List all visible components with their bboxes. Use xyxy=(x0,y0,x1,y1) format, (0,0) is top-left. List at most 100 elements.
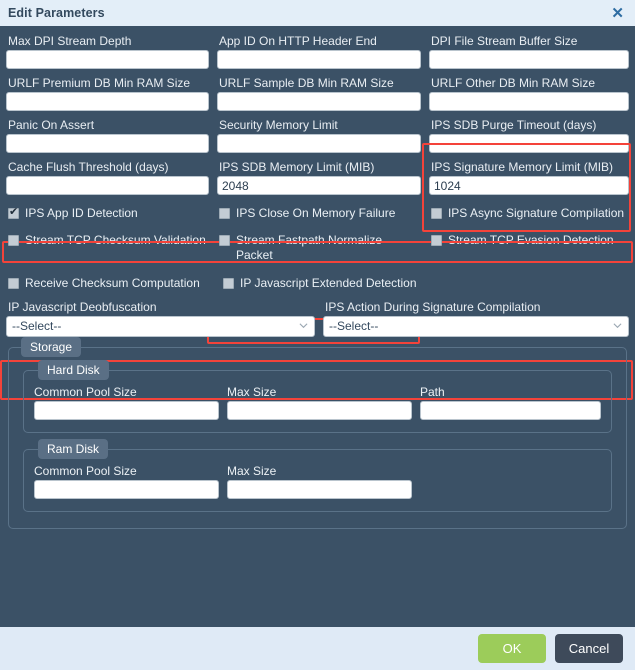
select-label: IPS Action During Signature Compilation xyxy=(324,300,541,314)
ram-disk-legend: Ram Disk xyxy=(38,439,109,459)
cache-flush-threshold-input[interactable] xyxy=(6,176,209,195)
checkbox-col-2: IP Javascript Extended Detection xyxy=(217,274,429,293)
checkbox-label: Stream TCP Checksum Validation xyxy=(25,233,206,247)
storage-legend: Storage xyxy=(21,337,82,357)
field-label: Max Size xyxy=(226,385,277,399)
field-label: Path xyxy=(419,385,445,399)
ips-sdb-memory-limit-input[interactable] xyxy=(217,176,421,195)
max-dpi-stream-depth-input[interactable] xyxy=(6,50,209,69)
field-ram-disk-common-pool-size: Common Pool Size xyxy=(34,464,227,499)
ip-javascript-deobfuscation-select[interactable]: --Select-- xyxy=(6,316,315,337)
checkbox-row-2: Stream TCP Checksum Validation Stream Fa… xyxy=(6,231,629,265)
checkbox-row-3: Receive Checksum Computation IP Javascri… xyxy=(6,274,629,293)
checkbox-unchecked-icon[interactable] xyxy=(8,235,19,246)
field-cache-flush-threshold: Cache Flush Threshold (days) xyxy=(6,160,217,195)
field-label: URLF Sample DB Min RAM Size xyxy=(219,76,394,90)
hard-disk-max-size-input[interactable] xyxy=(226,401,412,420)
field-label: Panic On Assert xyxy=(8,118,95,132)
dialog-titlebar: Edit Parameters ✕ xyxy=(0,0,635,26)
checkbox-receive-checksum-computation[interactable]: Receive Checksum Computation xyxy=(6,274,211,293)
field-urlf-other-db-min-ram-size: URLF Other DB Min RAM Size xyxy=(428,76,629,111)
field-row-4: Cache Flush Threshold (days) IPS SDB Mem… xyxy=(6,160,629,202)
urlf-other-db-min-ram-size-input[interactable] xyxy=(428,92,629,111)
urlf-premium-db-min-ram-size-input[interactable] xyxy=(6,92,209,111)
checkbox-ip-javascript-extended-detection[interactable]: IP Javascript Extended Detection xyxy=(217,274,423,293)
cancel-button[interactable]: Cancel xyxy=(555,634,623,663)
hard-disk-path-input[interactable] xyxy=(419,401,602,420)
field-label: Max Size xyxy=(226,464,277,478)
field-label: IPS SDB Purge Timeout (days) xyxy=(430,118,597,132)
ips-signature-memory-limit-input[interactable] xyxy=(428,176,629,195)
checkbox-ips-close-on-memory-failure[interactable]: IPS Close On Memory Failure xyxy=(217,204,423,223)
security-memory-limit-input[interactable] xyxy=(217,134,421,153)
checkbox-col-3: Stream TCP Evasion Detection xyxy=(429,231,629,265)
field-row-2: URLF Premium DB Min RAM Size URLF Sample… xyxy=(6,76,629,118)
hard-disk-fields: Common Pool Size Max Size Path xyxy=(34,385,602,420)
hard-disk-common-pool-size-input[interactable] xyxy=(34,401,219,420)
checkbox-unchecked-icon[interactable] xyxy=(218,235,230,246)
ok-button[interactable]: OK xyxy=(478,634,546,663)
checkbox-stream-tcp-checksum-validation[interactable]: Stream TCP Checksum Validation xyxy=(6,231,211,250)
checkbox-col-2: Stream Fastpath Normalize Packet xyxy=(217,231,429,265)
checkbox-row-1: IPS App ID Detection IPS Close On Memory… xyxy=(6,204,629,223)
field-ram-disk-max-size: Max Size xyxy=(226,464,420,499)
field-label: Security Memory Limit xyxy=(219,118,338,132)
checkbox-unchecked-icon[interactable] xyxy=(218,208,230,219)
hard-disk-fieldset: Hard Disk Common Pool Size Max Size Path xyxy=(23,360,612,433)
field-hard-disk-max-size: Max Size xyxy=(226,385,420,420)
checkbox-stream-fastpath-normalize-packet[interactable]: Stream Fastpath Normalize Packet xyxy=(217,231,423,265)
select-ip-javascript-deobfuscation: IP Javascript Deobfuscation --Select-- xyxy=(6,300,323,337)
checkbox-col-3: IPS Async Signature Compilation xyxy=(429,204,629,223)
field-max-dpi-stream-depth: Max DPI Stream Depth xyxy=(6,34,217,69)
select-ips-action-during-signature-compilation: IPS Action During Signature Compilation … xyxy=(322,300,629,337)
checkbox-stream-tcp-evasion-detection[interactable]: Stream TCP Evasion Detection xyxy=(429,231,629,250)
app-id-on-http-header-end-input[interactable] xyxy=(217,50,421,69)
ram-disk-fields: Common Pool Size Max Size xyxy=(34,464,601,499)
checkbox-col-2: IPS Close On Memory Failure xyxy=(217,204,429,223)
checkbox-label: IPS Close On Memory Failure xyxy=(235,206,396,220)
checkbox-col-1: Receive Checksum Computation xyxy=(6,274,217,293)
checkbox-unchecked-icon[interactable] xyxy=(430,208,442,219)
field-spacer xyxy=(420,464,601,499)
checkbox-label: Receive Checksum Computation xyxy=(25,276,200,290)
checkbox-unchecked-icon[interactable] xyxy=(222,278,234,289)
checkbox-label: Stream Fastpath Normalize Packet xyxy=(235,233,383,262)
checkbox-label: Stream TCP Evasion Detection xyxy=(447,233,614,247)
field-label: Common Pool Size xyxy=(34,464,137,478)
checkbox-ips-app-id-detection[interactable]: IPS App ID Detection xyxy=(6,204,211,223)
field-urlf-sample-db-min-ram-size: URLF Sample DB Min RAM Size xyxy=(217,76,429,111)
checkbox-unchecked-icon[interactable] xyxy=(430,235,442,246)
storage-fieldset: Storage Hard Disk Common Pool Size Max S… xyxy=(8,337,627,529)
dpi-file-stream-buffer-size-input[interactable] xyxy=(428,50,629,69)
field-row-1: Max DPI Stream Depth App ID On HTTP Head… xyxy=(6,34,629,76)
field-hard-disk-common-pool-size: Common Pool Size xyxy=(34,385,227,420)
dialog-body: Max DPI Stream Depth App ID On HTTP Head… xyxy=(0,26,635,627)
select-wrap: --Select-- xyxy=(322,316,629,337)
select-row: IP Javascript Deobfuscation --Select-- I… xyxy=(6,300,629,337)
field-label: DPI File Stream Buffer Size xyxy=(430,34,578,48)
field-label: Common Pool Size xyxy=(34,385,137,399)
ips-sdb-purge-timeout-input[interactable] xyxy=(428,134,629,153)
select-wrap: --Select-- xyxy=(6,316,315,337)
checkbox-col-1: IPS App ID Detection xyxy=(6,204,217,223)
dialog-footer: OK Cancel xyxy=(0,627,635,670)
hard-disk-legend: Hard Disk xyxy=(38,360,109,380)
checkbox-ips-async-signature-compilation[interactable]: IPS Async Signature Compilation xyxy=(429,204,629,223)
field-panic-on-assert: Panic On Assert xyxy=(6,118,217,153)
ram-disk-max-size-input[interactable] xyxy=(226,480,412,499)
urlf-sample-db-min-ram-size-input[interactable] xyxy=(217,92,421,111)
checkbox-col-1: Stream TCP Checksum Validation xyxy=(6,231,217,265)
panic-on-assert-input[interactable] xyxy=(6,134,209,153)
ram-disk-common-pool-size-input[interactable] xyxy=(34,480,219,499)
field-label: URLF Other DB Min RAM Size xyxy=(430,76,596,90)
checkbox-checked-icon[interactable] xyxy=(8,206,19,219)
checkbox-unchecked-icon[interactable] xyxy=(8,278,19,289)
select-label: IP Javascript Deobfuscation xyxy=(8,300,157,314)
close-icon[interactable]: ✕ xyxy=(609,6,626,21)
field-row-3: Panic On Assert Security Memory Limit IP… xyxy=(6,118,629,160)
ram-disk-fieldset: Ram Disk Common Pool Size Max Size xyxy=(23,439,612,512)
ips-action-during-signature-compilation-select[interactable]: --Select-- xyxy=(322,316,629,337)
checkbox-label: IPS Async Signature Compilation xyxy=(447,206,625,220)
checkbox-label: IPS App ID Detection xyxy=(25,206,138,220)
field-ips-sdb-purge-timeout: IPS SDB Purge Timeout (days) xyxy=(428,118,629,153)
